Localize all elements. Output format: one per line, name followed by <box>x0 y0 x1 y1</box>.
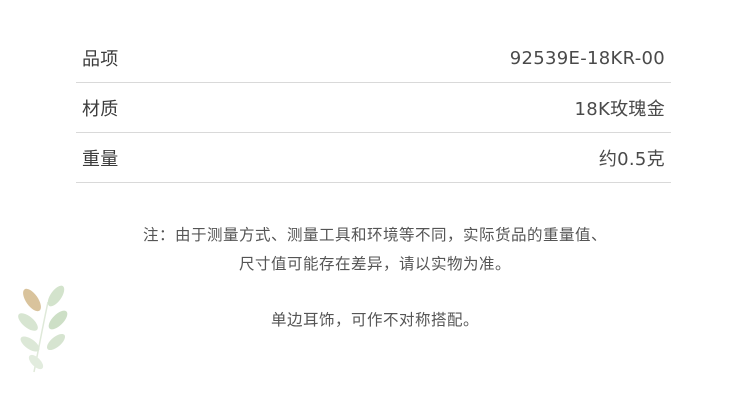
disclaimer-note: 注：由于测量方式、测量工具和环境等不同，实际货品的重量值、 尺寸值可能存在差异，… <box>0 221 750 279</box>
spec-value: 约0.5克 <box>598 148 665 170</box>
tan-leaf-icon <box>23 288 41 312</box>
disclaimer-line-2: 尺寸值可能存在差异，请以实物为准。 <box>238 255 511 273</box>
spec-value: 18K玫瑰金 <box>574 98 665 120</box>
disclaimer-line-1: 注：由于测量方式、测量工具和环境等不同，实际货品的重量值、 <box>142 226 607 244</box>
spec-value: 92539E-18KR-00 <box>509 47 665 69</box>
spec-row-item: 品项 92539E-18KR-00 <box>76 34 671 83</box>
spec-label: 材质 <box>82 98 119 120</box>
spec-table: 品项 92539E-18KR-00 材质 18K玫瑰金 重量 约0.5克 <box>76 34 671 183</box>
spec-row-weight: 重量 约0.5克 <box>76 133 671 183</box>
spec-label: 品项 <box>82 49 119 70</box>
spec-label: 重量 <box>82 148 119 170</box>
single-earring-note: 单边耳饰，可作不对称搭配。 <box>270 311 479 329</box>
spec-row-material: 材质 18K玫瑰金 <box>76 83 671 133</box>
leaf-decoration-icon <box>18 285 68 373</box>
